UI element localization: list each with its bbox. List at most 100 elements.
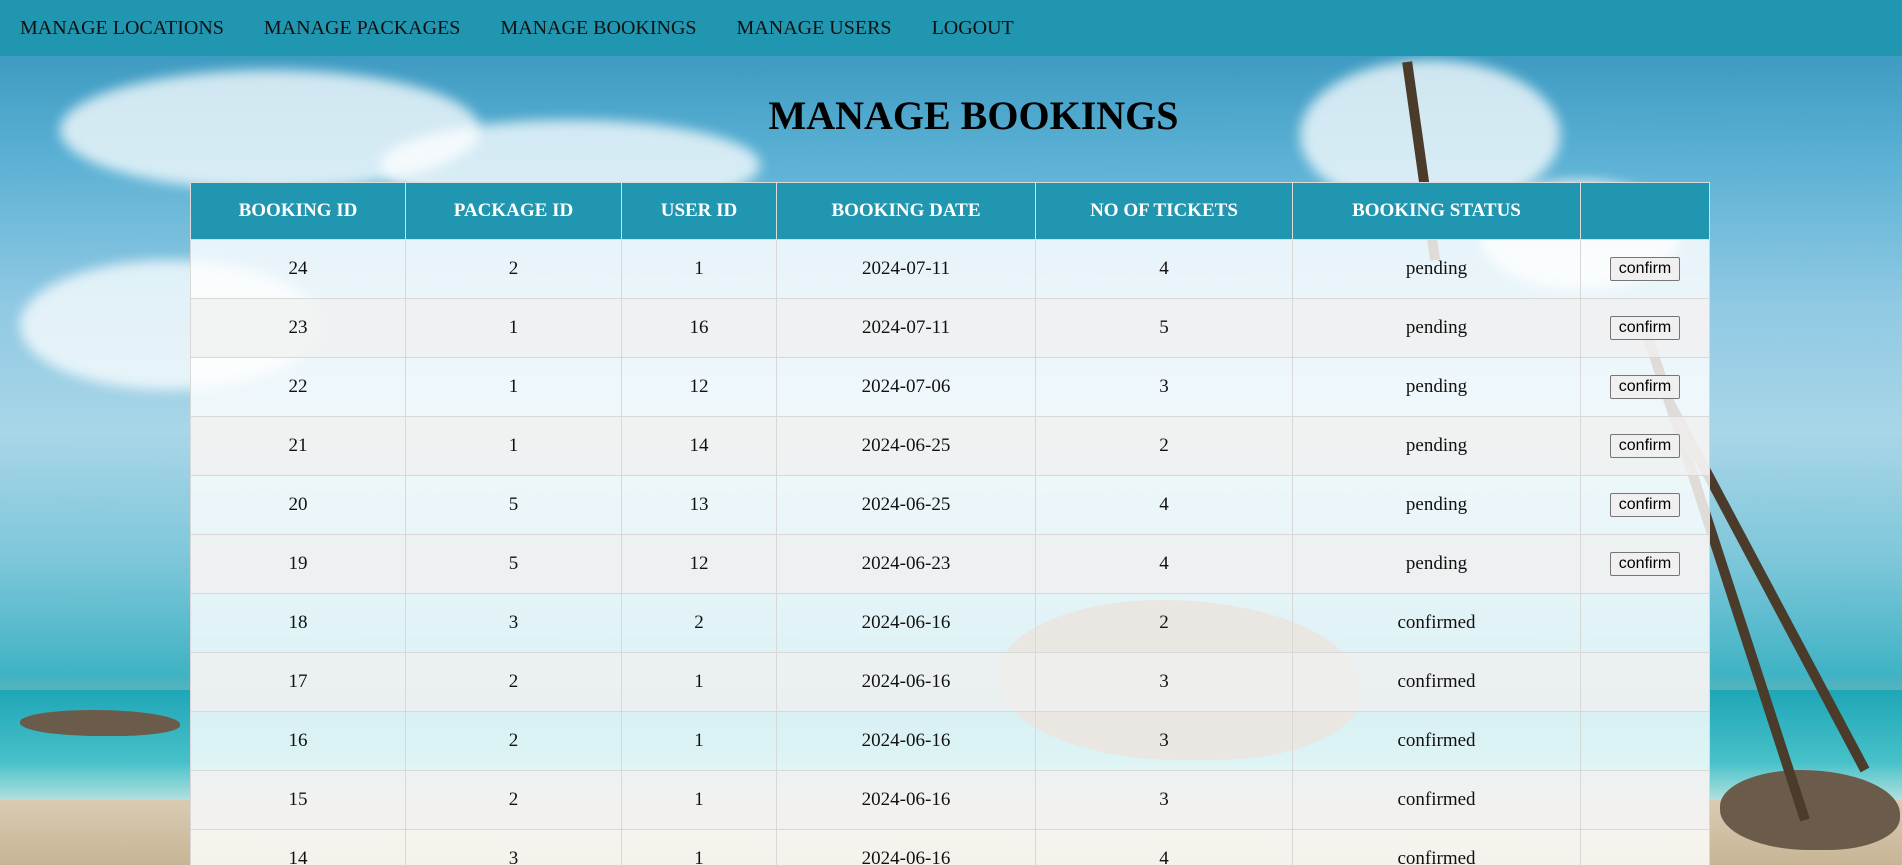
cell-user-id: 16: [621, 298, 777, 358]
nav-manage-locations[interactable]: MANAGE LOCATIONS: [20, 17, 224, 40]
cell-action: confirm: [1580, 357, 1710, 417]
cell-no-of-tickets: 3: [1035, 770, 1293, 830]
top-navbar: MANAGE LOCATIONS MANAGE PACKAGES MANAGE …: [0, 0, 1902, 56]
cell-action: confirm: [1580, 534, 1710, 594]
confirm-button[interactable]: confirm: [1609, 316, 1681, 340]
cell-package-id: 5: [405, 475, 622, 535]
cell-booking-date: 2024-06-16: [776, 770, 1036, 830]
cell-user-id: 12: [621, 357, 777, 417]
cell-action: confirm: [1580, 298, 1710, 358]
cell-booking-status: pending: [1292, 357, 1581, 417]
cell-package-id: 2: [405, 711, 622, 771]
cell-user-id: 13: [621, 475, 777, 535]
nav-manage-bookings[interactable]: MANAGE BOOKINGS: [500, 17, 696, 40]
cell-no-of-tickets: 3: [1035, 652, 1293, 712]
bookings-table-container: BOOKING ID PACKAGE ID USER ID BOOKING DA…: [190, 182, 1710, 865]
cell-action: confirm: [1580, 239, 1710, 299]
confirm-button[interactable]: confirm: [1609, 493, 1681, 517]
cell-booking-status: pending: [1292, 239, 1581, 299]
cell-booking-date: 2024-07-11: [776, 298, 1036, 358]
cell-user-id: 1: [621, 239, 777, 299]
cell-no-of-tickets: 4: [1035, 829, 1293, 865]
table-row: 16 2 1 2024-06-16 3 confirmed: [190, 711, 1710, 771]
cell-no-of-tickets: 2: [1035, 416, 1293, 476]
col-no-of-tickets: NO OF TICKETS: [1035, 182, 1293, 240]
nav-manage-packages[interactable]: MANAGE PACKAGES: [264, 17, 461, 40]
table-row: 24 2 1 2024-07-11 4 pending confirm: [190, 239, 1710, 299]
cell-package-id: 2: [405, 652, 622, 712]
cell-package-id: 1: [405, 357, 622, 417]
cell-user-id: 14: [621, 416, 777, 476]
cell-booking-id: 19: [190, 534, 406, 594]
table-header-row: BOOKING ID PACKAGE ID USER ID BOOKING DA…: [190, 182, 1710, 240]
cell-booking-status: pending: [1292, 475, 1581, 535]
cell-package-id: 1: [405, 298, 622, 358]
cell-booking-date: 2024-06-16: [776, 593, 1036, 653]
table-row: 20 5 13 2024-06-25 4 pending confirm: [190, 475, 1710, 535]
cell-action: [1580, 652, 1710, 712]
cell-booking-status: confirmed: [1292, 770, 1581, 830]
cell-package-id: 5: [405, 534, 622, 594]
col-booking-id: BOOKING ID: [190, 182, 406, 240]
col-booking-date: BOOKING DATE: [776, 182, 1036, 240]
cell-user-id: 1: [621, 829, 777, 865]
cell-booking-status: confirmed: [1292, 593, 1581, 653]
confirm-button[interactable]: confirm: [1609, 434, 1681, 458]
cell-no-of-tickets: 3: [1035, 357, 1293, 417]
cell-user-id: 1: [621, 652, 777, 712]
cell-user-id: 2: [621, 593, 777, 653]
cell-booking-id: 17: [190, 652, 406, 712]
confirm-button[interactable]: confirm: [1609, 375, 1681, 399]
cell-booking-status: confirmed: [1292, 711, 1581, 771]
cell-booking-id: 14: [190, 829, 406, 865]
cell-no-of-tickets: 4: [1035, 239, 1293, 299]
cell-booking-status: pending: [1292, 416, 1581, 476]
cell-package-id: 3: [405, 593, 622, 653]
cell-booking-date: 2024-06-25: [776, 475, 1036, 535]
cell-package-id: 2: [405, 770, 622, 830]
cell-action: confirm: [1580, 475, 1710, 535]
cell-booking-id: 20: [190, 475, 406, 535]
table-row: 14 3 1 2024-06-16 4 confirmed: [190, 829, 1710, 865]
cell-no-of-tickets: 2: [1035, 593, 1293, 653]
table-body: 24 2 1 2024-07-11 4 pending confirm 23 1 16 2024-0…: [190, 239, 1710, 865]
table-row: 21 1 14 2024-06-25 2 pending confirm: [190, 416, 1710, 476]
table-row: 19 5 12 2024-06-23 4 pending confirm: [190, 534, 1710, 594]
col-booking-status: BOOKING STATUS: [1292, 182, 1581, 240]
cell-booking-id: 22: [190, 357, 406, 417]
confirm-button[interactable]: confirm: [1609, 552, 1681, 576]
table-row: 15 2 1 2024-06-16 3 confirmed: [190, 770, 1710, 830]
confirm-button[interactable]: confirm: [1609, 257, 1681, 281]
cell-no-of-tickets: 5: [1035, 298, 1293, 358]
cell-booking-date: 2024-06-23: [776, 534, 1036, 594]
bookings-table: BOOKING ID PACKAGE ID USER ID BOOKING DA…: [190, 182, 1710, 865]
cell-user-id: 1: [621, 770, 777, 830]
cell-booking-id: 21: [190, 416, 406, 476]
cell-package-id: 1: [405, 416, 622, 476]
cell-booking-status: confirmed: [1292, 829, 1581, 865]
col-action: [1580, 182, 1710, 240]
cell-booking-id: 16: [190, 711, 406, 771]
cell-booking-date: 2024-06-16: [776, 829, 1036, 865]
cell-no-of-tickets: 4: [1035, 534, 1293, 594]
cell-booking-date: 2024-06-16: [776, 652, 1036, 712]
cell-booking-date: 2024-07-06: [776, 357, 1036, 417]
col-user-id: USER ID: [621, 182, 777, 240]
cell-action: [1580, 829, 1710, 865]
page-title: MANAGE BOOKINGS: [768, 93, 1179, 138]
cell-booking-id: 15: [190, 770, 406, 830]
cell-action: confirm: [1580, 416, 1710, 476]
cell-no-of-tickets: 3: [1035, 711, 1293, 771]
cell-booking-status: pending: [1292, 298, 1581, 358]
table-row: 23 1 16 2024-07-11 5 pending confirm: [190, 298, 1710, 358]
cell-booking-status: pending: [1292, 534, 1581, 594]
cell-booking-date: 2024-06-16: [776, 711, 1036, 771]
cell-booking-date: 2024-06-25: [776, 416, 1036, 476]
table-row: 18 3 2 2024-06-16 2 confirmed: [190, 593, 1710, 653]
nav-manage-users[interactable]: MANAGE USERS: [737, 17, 892, 40]
cell-booking-id: 24: [190, 239, 406, 299]
table-row: 17 2 1 2024-06-16 3 confirmed: [190, 652, 1710, 712]
cell-booking-id: 23: [190, 298, 406, 358]
nav-logout[interactable]: LOGOUT: [932, 17, 1014, 40]
cell-booking-id: 18: [190, 593, 406, 653]
